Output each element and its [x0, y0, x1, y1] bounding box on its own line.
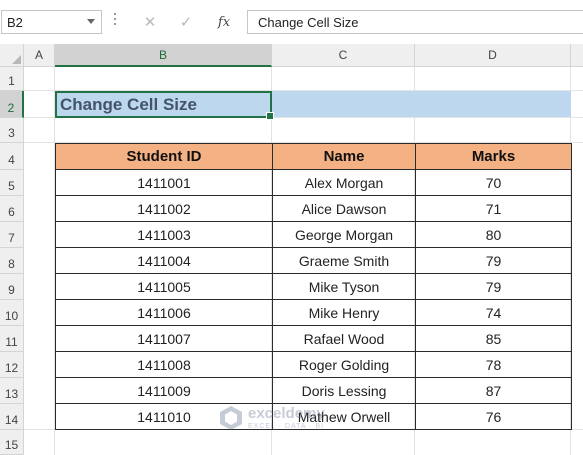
row-header-4[interactable]: 4 — [0, 143, 24, 170]
watermark-tagline: EXCEL · DATA · BI — [248, 423, 324, 430]
exceldemy-logo-icon — [220, 406, 242, 430]
column-header-e[interactable] — [571, 44, 583, 67]
table-header-row: Student ID Name Marks — [55, 143, 572, 170]
selected-cell-b2[interactable]: Change Cell Size — [55, 91, 274, 120]
cell-name[interactable]: George Morgan — [272, 221, 416, 248]
row-header-13[interactable]: 13 — [0, 378, 24, 404]
cell-name[interactable]: Doris Lessing — [272, 377, 416, 404]
cell-marks[interactable]: 70 — [415, 169, 572, 196]
cell-student-id[interactable]: 1411001 — [55, 169, 273, 196]
table-row: 1411003 George Morgan 80 — [55, 221, 572, 248]
cancel-icon[interactable]: ✕ — [137, 10, 163, 34]
table-row: 1411001 Alex Morgan 70 — [55, 169, 572, 196]
cell-marks[interactable]: 79 — [415, 247, 572, 274]
column-header-a[interactable]: A — [24, 44, 55, 67]
watermark-name: exceldemy — [248, 405, 325, 422]
column-header-b[interactable]: B — [55, 44, 272, 67]
row-header-8[interactable]: 8 — [0, 248, 24, 274]
row-header-3[interactable]: 3 — [0, 118, 24, 143]
name-box-value: B2 — [7, 14, 23, 30]
cell-marks[interactable]: 85 — [415, 325, 572, 352]
cell-name[interactable]: Graeme Smith — [272, 247, 416, 274]
table-row: 1411007 Rafael Wood 85 — [55, 325, 572, 352]
name-box[interactable]: B2 — [1, 10, 102, 34]
more-options-icon[interactable] — [113, 13, 117, 31]
row-header-2[interactable]: 2 — [0, 91, 24, 118]
cell-marks[interactable]: 79 — [415, 273, 572, 300]
header-marks[interactable]: Marks — [415, 143, 572, 170]
cell-name[interactable]: Mike Tyson — [272, 273, 416, 300]
cell-student-id[interactable]: 1411008 — [55, 351, 273, 378]
row-header-12[interactable]: 12 — [0, 352, 24, 378]
header-student-id[interactable]: Student ID — [55, 143, 273, 170]
cell-student-id[interactable]: 1411005 — [55, 273, 273, 300]
cell-student-id[interactable]: 1411006 — [55, 299, 273, 326]
select-all-button[interactable] — [0, 44, 24, 67]
cell-marks[interactable]: 80 — [415, 221, 572, 248]
cell-name[interactable]: Mike Henry — [272, 299, 416, 326]
table-row: 1411002 Alice Dawson 71 — [55, 195, 572, 222]
cell-student-id[interactable]: 1411003 — [55, 221, 273, 248]
student-table: Student ID Name Marks 1411001 Alex Morgan… — [55, 143, 572, 430]
cell-name[interactable]: Alice Dawson — [272, 195, 416, 222]
chevron-down-icon[interactable] — [87, 19, 95, 24]
formula-input[interactable]: Change Cell Size — [247, 10, 583, 34]
row-header-14[interactable]: 14 — [0, 404, 24, 430]
row-header-7[interactable]: 7 — [0, 222, 24, 248]
cell-marks[interactable]: 78 — [415, 351, 572, 378]
column-header-c[interactable]: C — [272, 44, 415, 67]
formula-value: Change Cell Size — [258, 14, 359, 30]
cell-marks[interactable]: 76 — [415, 403, 572, 430]
column-header-d[interactable]: D — [415, 44, 571, 67]
table-row: 1411008 Roger Golding 78 — [55, 351, 572, 378]
table-row: 1411009 Doris Lessing 87 — [55, 377, 572, 404]
table-row: 1411005 Mike Tyson 79 — [55, 273, 572, 300]
cell-marks[interactable]: 74 — [415, 299, 572, 326]
row-header-11[interactable]: 11 — [0, 326, 24, 352]
table-row: 1411004 Graeme Smith 79 — [55, 247, 572, 274]
cell-marks[interactable]: 87 — [415, 377, 572, 404]
row-header-15[interactable]: 15 — [0, 430, 24, 455]
cell-student-id[interactable]: 1411002 — [55, 195, 273, 222]
fill-handle[interactable] — [266, 112, 274, 120]
row-header-1[interactable]: 1 — [0, 67, 24, 91]
insert-function-icon[interactable]: fx — [211, 10, 237, 34]
enter-icon[interactable]: ✓ — [173, 10, 199, 34]
sheet-title: Change Cell Size — [60, 94, 197, 114]
cell-name[interactable]: Rafael Wood — [272, 325, 416, 352]
exceldemy-watermark: exceldemy EXCEL · DATA · BI — [218, 405, 325, 431]
cell-marks[interactable]: 71 — [415, 195, 572, 222]
row-header-9[interactable]: 9 — [0, 274, 24, 300]
cell-name[interactable]: Roger Golding — [272, 351, 416, 378]
row-header-6[interactable]: 6 — [0, 196, 24, 222]
row-header-5[interactable]: 5 — [0, 170, 24, 196]
cell-student-id[interactable]: 1411004 — [55, 247, 273, 274]
table-row: 1411006 Mike Henry 74 — [55, 299, 572, 326]
cell-student-id[interactable]: 1411007 — [55, 325, 273, 352]
row-header-10[interactable]: 10 — [0, 300, 24, 326]
cell-name[interactable]: Alex Morgan — [272, 169, 416, 196]
cell-student-id[interactable]: 1411009 — [55, 377, 273, 404]
formula-bar: B2 ✕ ✓ fx Change Cell Size — [0, 0, 583, 44]
header-name[interactable]: Name — [272, 143, 416, 170]
